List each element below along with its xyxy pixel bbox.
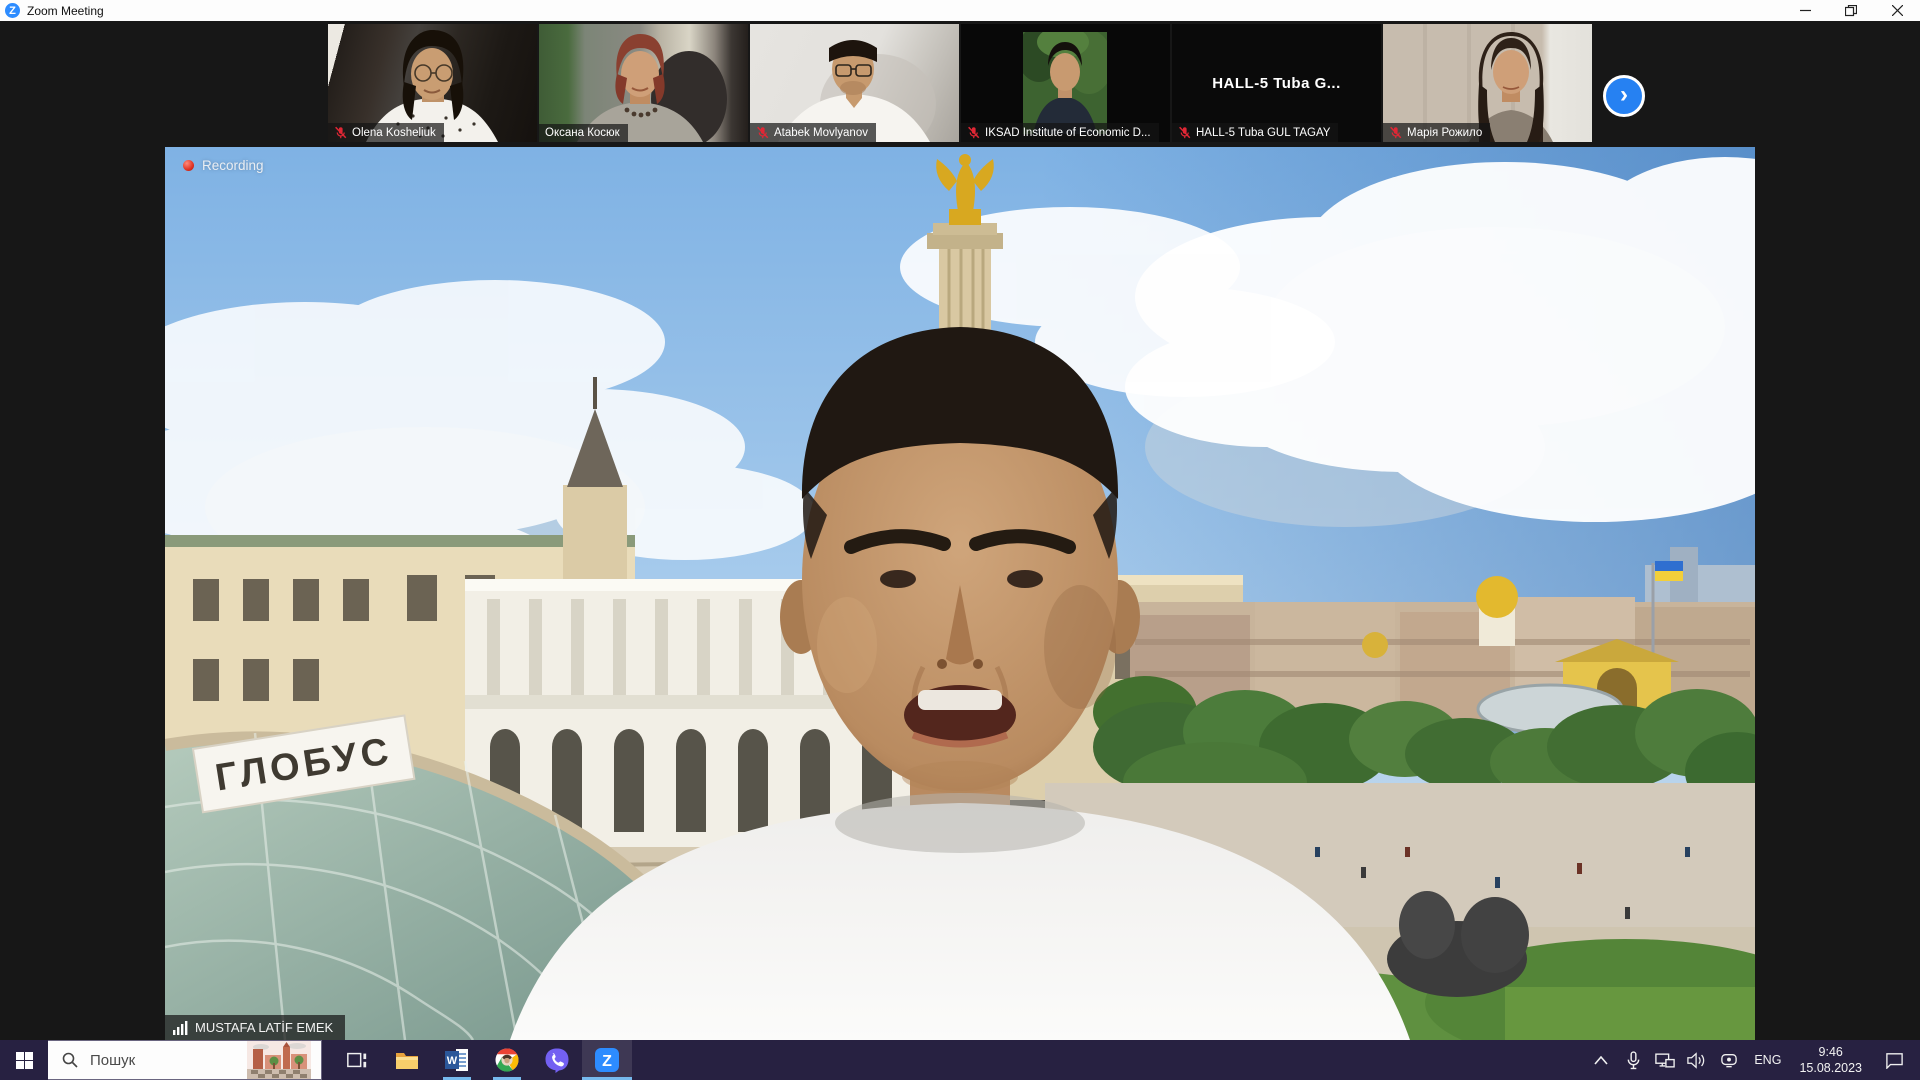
meeting-canvas: Olena Kosheliuk Оксана Косюк [0, 21, 1920, 1040]
clock[interactable]: 9:46 15.08.2023 [1793, 1044, 1868, 1077]
mic-muted-icon [967, 126, 980, 139]
speaker-icon [1687, 1052, 1707, 1069]
participant-tile[interactable]: HALL-5 Tuba G... HALL-5 Tuba GUL TAGAY [1172, 24, 1381, 142]
speaker-name: MUSTAFA LATİF EMEK [195, 1020, 333, 1035]
zoom-logo-icon: Z [5, 3, 20, 18]
minimize-button[interactable] [1782, 0, 1828, 21]
restore-button[interactable] [1828, 0, 1874, 21]
participant-name: Atabek Movlyanov [774, 127, 868, 139]
screen: Z Zoom Meeting [0, 0, 1920, 1080]
svg-text:W: W [447, 1055, 458, 1067]
chrome-icon [494, 1047, 520, 1073]
window-title: Zoom Meeting [27, 4, 104, 18]
task-view-button[interactable] [332, 1040, 382, 1080]
recording-indicator: Recording [183, 158, 264, 173]
participant-name-tag: Atabek Movlyanov [750, 123, 876, 142]
participant-tile[interactable]: Atabek Movlyanov [750, 24, 959, 142]
participant-tile[interactable]: Olena Kosheliuk [328, 24, 537, 142]
mic-muted-icon [1389, 126, 1402, 139]
language-indicator[interactable]: ENG [1748, 1053, 1787, 1067]
tray-expand-button[interactable] [1588, 1046, 1614, 1074]
restore-icon [1845, 5, 1857, 17]
search-highlight-illustration [247, 1041, 311, 1079]
window-controls [1782, 0, 1920, 21]
participant-name: Оксана Косюк [545, 127, 620, 139]
participant-tile[interactable]: Марія Рожило [1383, 24, 1592, 142]
svg-text:Z: Z [602, 1053, 612, 1070]
search-input[interactable] [88, 1051, 233, 1070]
participant-name: HALL-5 Tuba GUL TAGAY [1196, 127, 1330, 139]
zoom-icon: Z [594, 1047, 620, 1073]
participant-tile[interactable]: IKSAD Institute of Economic D... [961, 24, 1170, 142]
participant-name-tag: Olena Kosheliuk [328, 123, 444, 142]
clock-time: 9:46 [1799, 1044, 1862, 1060]
file-explorer-button[interactable] [382, 1040, 432, 1080]
start-icon [16, 1052, 33, 1069]
taskbar: W [0, 1040, 1920, 1080]
tray-network[interactable] [1652, 1046, 1678, 1074]
participant-filmstrip: Olena Kosheliuk Оксана Косюк [328, 24, 1592, 142]
golden-dome [1476, 576, 1518, 618]
participant-name: IKSAD Institute of Economic D... [985, 127, 1151, 139]
taskview-icon [346, 1049, 368, 1071]
chevron-right-icon: › [1620, 83, 1628, 107]
clock-date: 15.08.2023 [1799, 1060, 1862, 1076]
camera-icon [1720, 1052, 1738, 1068]
mic-muted-icon [756, 126, 769, 139]
search-icon [62, 1052, 78, 1068]
taskbar-search[interactable] [48, 1040, 322, 1080]
participant-tile[interactable]: Оксана Косюк [539, 24, 748, 142]
taskbar-apps: W [332, 1040, 632, 1080]
zoom-button[interactable]: Z [582, 1040, 632, 1080]
audio-bars-icon [173, 1021, 188, 1035]
word-icon: W [444, 1047, 470, 1073]
participant-name-tag: Оксана Косюк [539, 124, 628, 142]
chrome-button[interactable] [482, 1040, 532, 1080]
chevron-up-icon [1594, 1056, 1608, 1065]
tray-camera[interactable] [1716, 1046, 1742, 1074]
recording-label: Recording [202, 158, 264, 173]
main-speaker-video[interactable]: ГЛОБУС [165, 147, 1755, 1040]
explorer-icon [394, 1047, 420, 1073]
speaker-name-tag: MUSTAFA LATİF EMEK [165, 1015, 345, 1040]
mic-icon [1626, 1051, 1641, 1070]
tray-microphone[interactable] [1620, 1046, 1646, 1074]
network-icon [1655, 1052, 1675, 1069]
system-tray: ENG 9:46 15.08.2023 [1588, 1040, 1920, 1080]
avatar [1023, 32, 1107, 134]
virtual-background-kyiv: ГЛОБУС [165, 147, 1755, 1040]
minimize-icon [1800, 5, 1811, 16]
participant-name-tag: Марія Рожило [1383, 123, 1490, 142]
participant-name-tag: IKSAD Institute of Economic D... [961, 123, 1159, 142]
close-button[interactable] [1874, 0, 1920, 21]
recording-dot [183, 160, 194, 171]
filmstrip-next-button[interactable]: › [1603, 75, 1645, 117]
tray-volume[interactable] [1684, 1046, 1710, 1074]
viber-button[interactable] [532, 1040, 582, 1080]
mic-muted-icon [334, 126, 347, 139]
participant-name: Марія Рожило [1407, 127, 1482, 139]
participant-name-tag: HALL-5 Tuba GUL TAGAY [1172, 123, 1338, 142]
close-icon [1892, 5, 1903, 16]
notification-icon [1885, 1052, 1904, 1069]
window-titlebar: Z Zoom Meeting [0, 0, 1920, 21]
mic-muted-icon [1178, 126, 1191, 139]
word-button[interactable]: W [432, 1040, 482, 1080]
viber-icon [544, 1047, 570, 1073]
action-center-button[interactable] [1874, 1046, 1914, 1074]
start-button[interactable] [0, 1040, 48, 1080]
participant-name: Olena Kosheliuk [352, 127, 436, 139]
